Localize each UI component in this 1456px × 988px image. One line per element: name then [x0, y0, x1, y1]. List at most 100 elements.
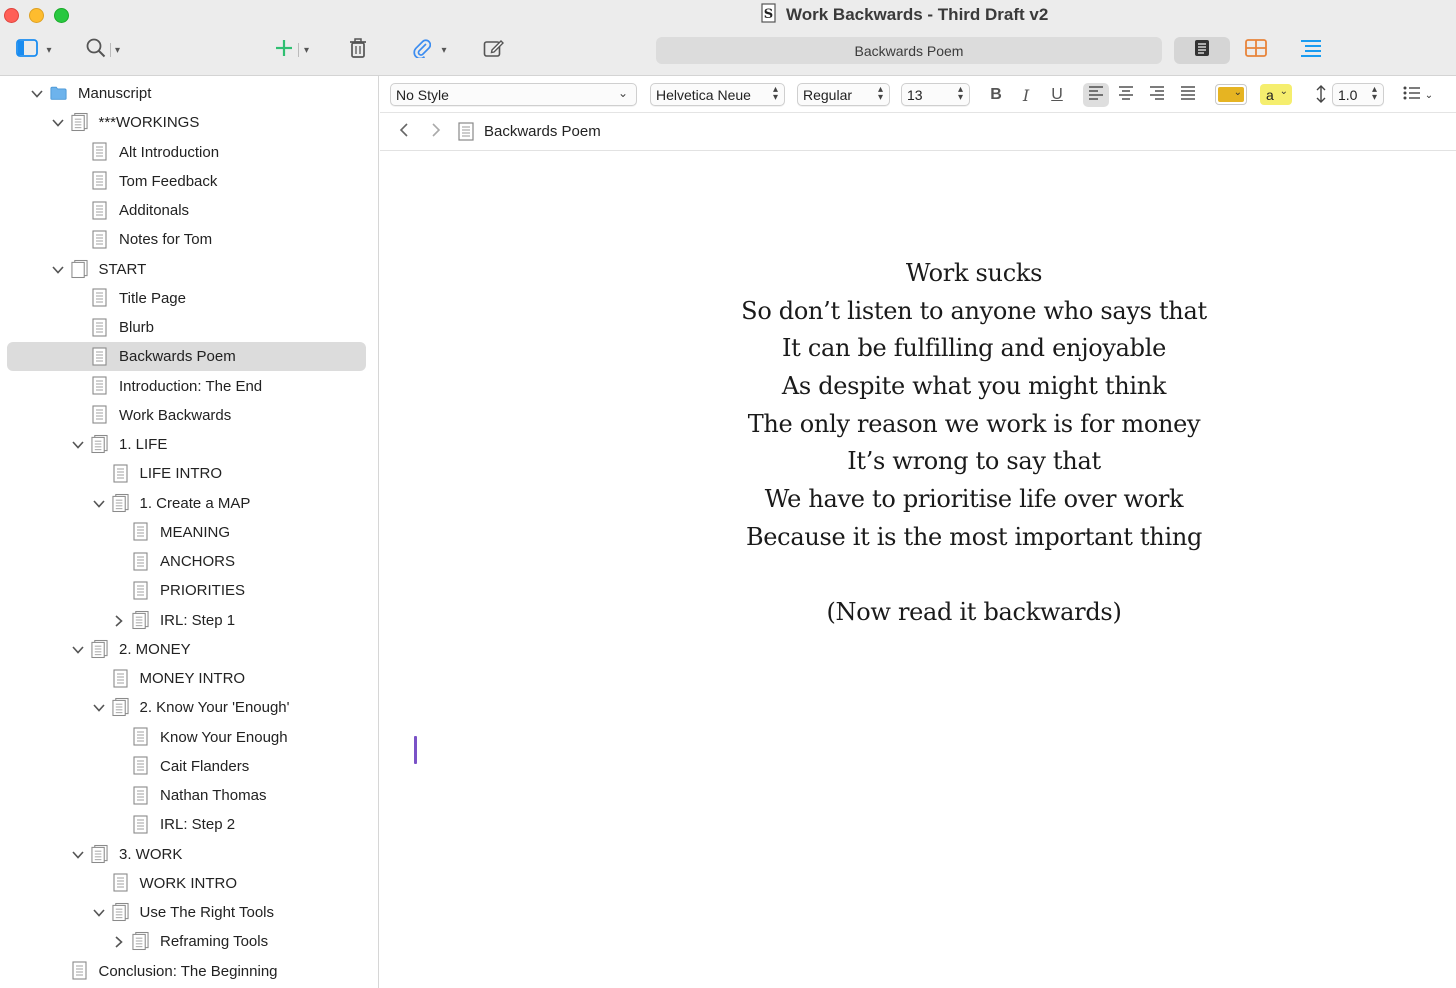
list-style-button[interactable]: ⌄	[1398, 83, 1438, 107]
poem-line: So don’t listen to anyone who says that	[741, 296, 1207, 325]
poem-line: Work sucks	[905, 259, 1043, 287]
chevron-down-icon: ▾	[114, 44, 121, 56]
document-view-icon	[1194, 39, 1210, 62]
paperclip-icon	[413, 38, 432, 63]
bookmarks-button[interactable]: ▾	[406, 38, 454, 62]
align-center-button[interactable]	[1113, 83, 1139, 107]
binder-item[interactable]: Blurb	[0, 313, 378, 342]
document-icon	[91, 317, 108, 337]
binder-item[interactable]: START	[0, 255, 378, 284]
document-icon	[91, 171, 108, 191]
binder-item[interactable]: Alt Introduction	[0, 138, 378, 167]
up-down-arrows-icon: ▴ ▾	[772, 84, 778, 103]
corkboard-view-button[interactable]	[1244, 38, 1268, 62]
add-item-button[interactable]: ▾	[268, 38, 316, 62]
disclosure-expanded-icon[interactable]	[71, 848, 85, 862]
disclosure-collapsed-icon[interactable]	[112, 614, 126, 628]
outliner-view-button[interactable]	[1299, 38, 1323, 62]
window-toolbar: S Work Backwards - Third Draft v2 ▾ ▾ ▾	[0, 0, 1456, 76]
disclosure-expanded-icon[interactable]	[92, 906, 106, 920]
binder-item[interactable]: Title Page	[0, 284, 378, 313]
sidebar-icon	[16, 38, 39, 62]
font-weight-popup[interactable]: Regular ▴ ▾	[797, 83, 890, 106]
text-color-button[interactable]: ⌄	[1215, 84, 1247, 105]
binder-item-label: 1. LIFE	[119, 436, 168, 453]
binder-item[interactable]: 2. Know Your 'Enough'	[0, 693, 378, 722]
minimize-window-button[interactable]	[29, 8, 44, 23]
disclosure-expanded-icon[interactable]	[92, 497, 106, 511]
binder-item[interactable]: ***WORKINGS	[0, 108, 378, 137]
disclosure-expanded-icon[interactable]	[30, 87, 44, 101]
binder-item-label: PRIORITIES	[160, 582, 246, 600]
navigate-forward-button[interactable]	[426, 122, 446, 142]
binder-item[interactable]: 1. LIFE	[0, 430, 378, 459]
binder-item[interactable]: Notes for Tom	[0, 225, 378, 254]
move-to-trash-button[interactable]	[346, 37, 370, 62]
style-popup[interactable]: No Style ⌄	[390, 83, 637, 106]
binder-item[interactable]: 1. Create a MAP	[0, 489, 378, 518]
scrivener-document-icon: S	[760, 2, 778, 28]
highlight-color-button[interactable]: a ⌄	[1260, 84, 1292, 105]
disclosure-expanded-icon[interactable]	[71, 643, 85, 657]
binder-toggle-button[interactable]: ▾	[10, 38, 58, 62]
view-document-button[interactable]	[1174, 37, 1230, 64]
align-left-button[interactable]	[1083, 83, 1109, 107]
binder-item[interactable]: PRIORITIES	[0, 576, 378, 605]
disclosure-expanded-icon[interactable]	[51, 263, 65, 277]
bold-button[interactable]: B	[983, 83, 1009, 107]
binder-item[interactable]: Backwards Poem	[0, 342, 378, 372]
document-icon	[132, 580, 149, 600]
close-window-button[interactable]	[4, 8, 19, 23]
font-size-popup[interactable]: 13 ▴ ▾	[901, 83, 970, 106]
binder-item[interactable]: Use The Right Tools	[0, 898, 378, 927]
disclosure-collapsed-icon[interactable]	[112, 935, 126, 949]
document-icon	[132, 727, 149, 747]
binder-item-label: Blurb	[119, 319, 155, 336]
underline-button[interactable]: U	[1044, 83, 1070, 107]
binder-item[interactable]: Additonals	[0, 196, 378, 225]
binder-item[interactable]: Conclusion: The Beginning	[0, 957, 378, 986]
disclosure-expanded-icon[interactable]	[92, 701, 106, 715]
font-family-popup[interactable]: Helvetica Neue ▴ ▾	[650, 83, 785, 106]
navigate-back-button[interactable]	[394, 122, 414, 142]
disclosure-expanded-icon[interactable]	[51, 116, 65, 130]
binder-item[interactable]: Work Backwards	[0, 401, 378, 430]
binder-item[interactable]: Introduction: The End	[0, 372, 378, 401]
toolbar-divider	[297, 43, 299, 57]
document-header-field[interactable]: Backwards Poem	[656, 37, 1162, 64]
poem-blank-line	[704, 557, 1244, 595]
chevron-down-icon: ▾	[46, 44, 52, 56]
binder-item[interactable]: 2. MONEY	[0, 635, 378, 664]
align-right-button[interactable]	[1144, 83, 1170, 107]
binder-item[interactable]: Reframing Tools	[0, 927, 378, 956]
zoom-window-button[interactable]	[54, 8, 69, 23]
editor-text-area[interactable]: Work sucks So don’t listen to anyone who …	[380, 151, 1456, 988]
binder-item[interactable]: Nathan Thomas	[0, 781, 378, 810]
binder-item[interactable]: MEANING	[0, 518, 378, 547]
folder-icon	[50, 83, 67, 103]
binder-item[interactable]: IRL: Step 1	[0, 606, 378, 635]
disclosure-expanded-icon[interactable]	[71, 438, 85, 452]
search-button[interactable]: ▾	[80, 38, 126, 62]
binder-item[interactable]: Cait Flanders	[0, 752, 378, 781]
binder-item[interactable]: MONEY INTRO	[0, 664, 378, 693]
binder-item[interactable]: Know Your Enough	[0, 723, 378, 752]
line-spacing-popup[interactable]: 1.0 ▴ ▾	[1332, 83, 1384, 106]
poem-line: It’s wrong to say that	[847, 447, 1101, 476]
poem-line: We have to prioritise life over work	[764, 485, 1184, 514]
search-icon	[86, 38, 106, 63]
binder-item[interactable]: 3. WORK	[0, 840, 378, 869]
binder-item[interactable]: Tom Feedback	[0, 167, 378, 196]
italic-button[interactable]: I	[1013, 83, 1039, 107]
compose-button[interactable]	[482, 38, 506, 62]
editor-document-title[interactable]: Backwards Poem	[484, 123, 601, 140]
align-left-icon	[1088, 85, 1104, 105]
binder-item[interactable]: LIFE INTRO	[0, 459, 378, 488]
binder-item-label: START	[98, 260, 147, 278]
binder-item[interactable]: IRL: Step 2	[0, 810, 378, 839]
binder-item-label: Alt Introduction	[119, 143, 220, 161]
binder-item[interactable]: WORK INTRO	[0, 869, 378, 898]
justify-button[interactable]	[1175, 83, 1201, 107]
binder-item[interactable]: Manuscript	[0, 79, 378, 108]
binder-item[interactable]: ANCHORS	[0, 547, 378, 576]
